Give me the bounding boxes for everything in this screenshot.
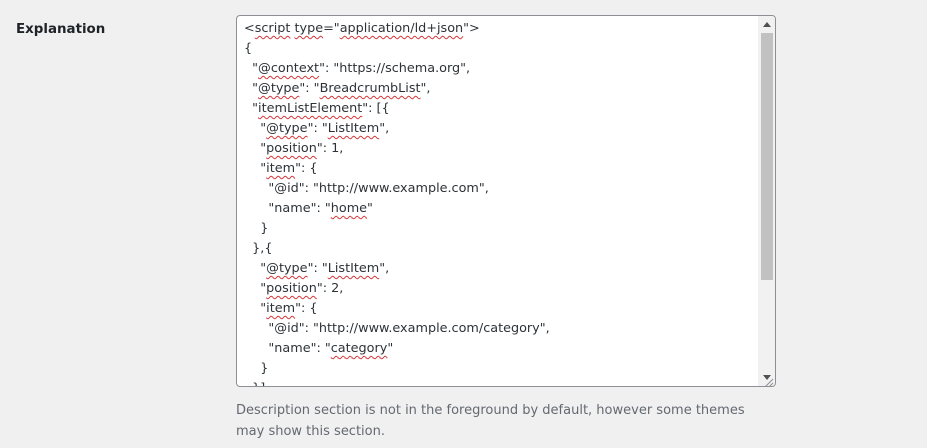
code-text: ", (420, 81, 431, 96)
spellcheck-word: ListItem (327, 121, 380, 136)
resize-grip-icon[interactable] (762, 373, 774, 386)
code-text: { (244, 41, 253, 56)
code-text: " (244, 61, 259, 76)
code-line: "itemListElement": [{ (244, 99, 757, 119)
code-line: } (244, 359, 757, 379)
code-text: ": 2, (316, 281, 344, 296)
code-text: "name": " (244, 201, 331, 216)
spellcheck-word: application/ld+json (339, 21, 464, 36)
code-line: "name": "home" (244, 199, 757, 219)
spellcheck-word: home (330, 201, 368, 216)
code-line: "name": "category" (244, 339, 757, 359)
field-label: Explanation (16, 22, 106, 37)
textarea-scrollbar[interactable] (758, 16, 775, 386)
code-line: "@id": "http://www.example.com", (244, 179, 757, 199)
spellcheck-word: @type (266, 121, 308, 136)
code-text: " (244, 141, 267, 156)
spellcheck-word: @context (258, 61, 320, 76)
textarea-content[interactable]: <script type="application/ld+json">{ "@c… (244, 19, 757, 386)
code-text: "@id": "http://www.example.com/category"… (244, 321, 550, 336)
code-text: },{ (244, 241, 273, 256)
code-line: } (244, 219, 757, 239)
spellcheck-word: ListItem (327, 261, 380, 276)
code-text: ", (379, 121, 390, 136)
code-text: ": " (299, 81, 320, 96)
code-text: ": "https://schema.org", (319, 61, 471, 76)
spellcheck-word: position (266, 141, 317, 156)
spellcheck-word: @type (266, 261, 308, 276)
spellcheck-word: itemListElement (258, 101, 363, 116)
scroll-thumb[interactable] (761, 33, 773, 280)
code-text: "name": " (244, 341, 331, 356)
code-line: }] (244, 379, 757, 386)
code-text: }] (244, 381, 265, 386)
field-description: Description section is not in the foregr… (236, 403, 745, 439)
code-text: " (244, 261, 267, 276)
spellcheck-word: category (330, 341, 388, 356)
spellcheck-word: script (254, 21, 291, 36)
code-text: ": [{ (362, 101, 390, 116)
code-text: =" (323, 21, 340, 36)
explanation-setting-row: Explanation <script type="application/ld… (0, 0, 927, 448)
code-line: "item": { (244, 299, 757, 319)
code-text: " (387, 341, 394, 356)
spellcheck-word: item (266, 161, 296, 176)
code-text: ": " (307, 261, 328, 276)
code-text: " (244, 281, 267, 296)
code-text: " (244, 161, 267, 176)
code-text: " (244, 301, 267, 316)
code-text: " (244, 101, 259, 116)
code-text: "@id": "http://www.example.com", (244, 181, 489, 196)
code-line: <script type="application/ld+json"> (244, 19, 757, 39)
code-text: < (244, 21, 255, 36)
code-text: ": " (307, 121, 328, 136)
scroll-up-arrow-icon[interactable] (759, 16, 775, 33)
code-line: },{ (244, 239, 757, 259)
code-text: " (244, 81, 259, 96)
code-text: " (367, 201, 373, 216)
code-line: "position": 1, (244, 139, 757, 159)
code-line: "item": { (244, 159, 757, 179)
code-text: } (244, 361, 269, 376)
code-text: } (244, 221, 269, 236)
code-line: "@context": "https://schema.org", (244, 59, 757, 79)
code-text: ", (379, 261, 390, 276)
code-text: "> (463, 21, 480, 36)
code-line: "@id": "http://www.example.com/category"… (244, 319, 757, 339)
code-line: "@type": "ListItem", (244, 259, 757, 279)
code-line: "@type": "ListItem", (244, 119, 757, 139)
spellcheck-word: position (266, 281, 317, 296)
code-text: ": { (295, 301, 318, 316)
explanation-textarea[interactable]: <script type="application/ld+json">{ "@c… (236, 15, 776, 387)
code-line: { (244, 39, 757, 59)
code-text: ": 1, (316, 141, 344, 156)
code-text: " (244, 121, 267, 136)
spellcheck-word: type (294, 21, 324, 36)
code-line: "@type": "BreadcrumbList", (244, 79, 757, 99)
code-text: ": { (295, 161, 318, 176)
spellcheck-word: BreadcrumbList (319, 81, 421, 96)
code-line: "position": 2, (244, 279, 757, 299)
spellcheck-word: @type (258, 81, 300, 96)
spellcheck-word: item (266, 301, 296, 316)
